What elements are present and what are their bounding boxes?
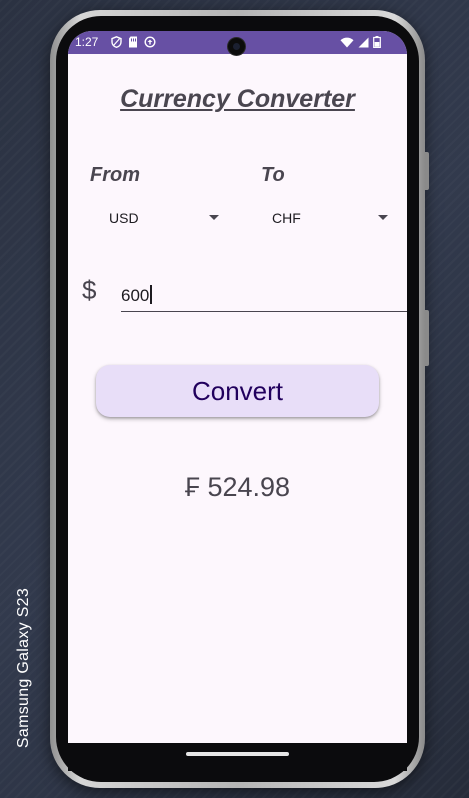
currency-symbol: $	[82, 275, 97, 305]
to-currency-value: CHF	[272, 210, 301, 226]
status-icons-right	[340, 36, 381, 48]
device-label: Samsung Galaxy S23	[4, 568, 44, 768]
conversion-result: ₣ 524.98	[184, 472, 291, 502]
home-indicator[interactable]	[186, 752, 289, 756]
app-screen: 1:27 Currency Converter From To USD CHF …	[68, 31, 407, 743]
chevron-down-icon	[209, 215, 219, 220]
wifi-icon	[340, 37, 354, 47]
battery-icon	[373, 36, 381, 48]
sync-icon	[144, 36, 156, 48]
power-button[interactable]	[425, 310, 429, 366]
shield-icon	[111, 36, 122, 48]
sim-card-icon	[129, 36, 137, 48]
convert-button[interactable]: Convert	[96, 365, 379, 417]
status-time: 1:27	[75, 35, 99, 49]
amount-input[interactable]: 600	[121, 281, 407, 312]
from-currency-dropdown[interactable]: USD	[109, 206, 219, 230]
to-currency-dropdown[interactable]: CHF	[272, 206, 388, 230]
signal-icon	[358, 37, 369, 47]
status-icons-left	[111, 36, 156, 48]
amount-value: 600	[121, 286, 150, 305]
volume-button[interactable]	[425, 152, 429, 190]
amount-input-text: 600	[121, 285, 152, 306]
from-label: From	[90, 164, 140, 186]
device-label-text: Samsung Galaxy S23	[15, 587, 32, 749]
front-camera	[228, 38, 245, 55]
from-currency-value: USD	[109, 210, 139, 226]
convert-button-label: Convert	[191, 375, 284, 406]
to-label: To	[261, 164, 285, 186]
chevron-down-icon	[378, 215, 388, 220]
navigation-bar	[68, 743, 407, 771]
text-cursor	[150, 285, 152, 304]
page-title: Currency Converter	[120, 85, 355, 113]
